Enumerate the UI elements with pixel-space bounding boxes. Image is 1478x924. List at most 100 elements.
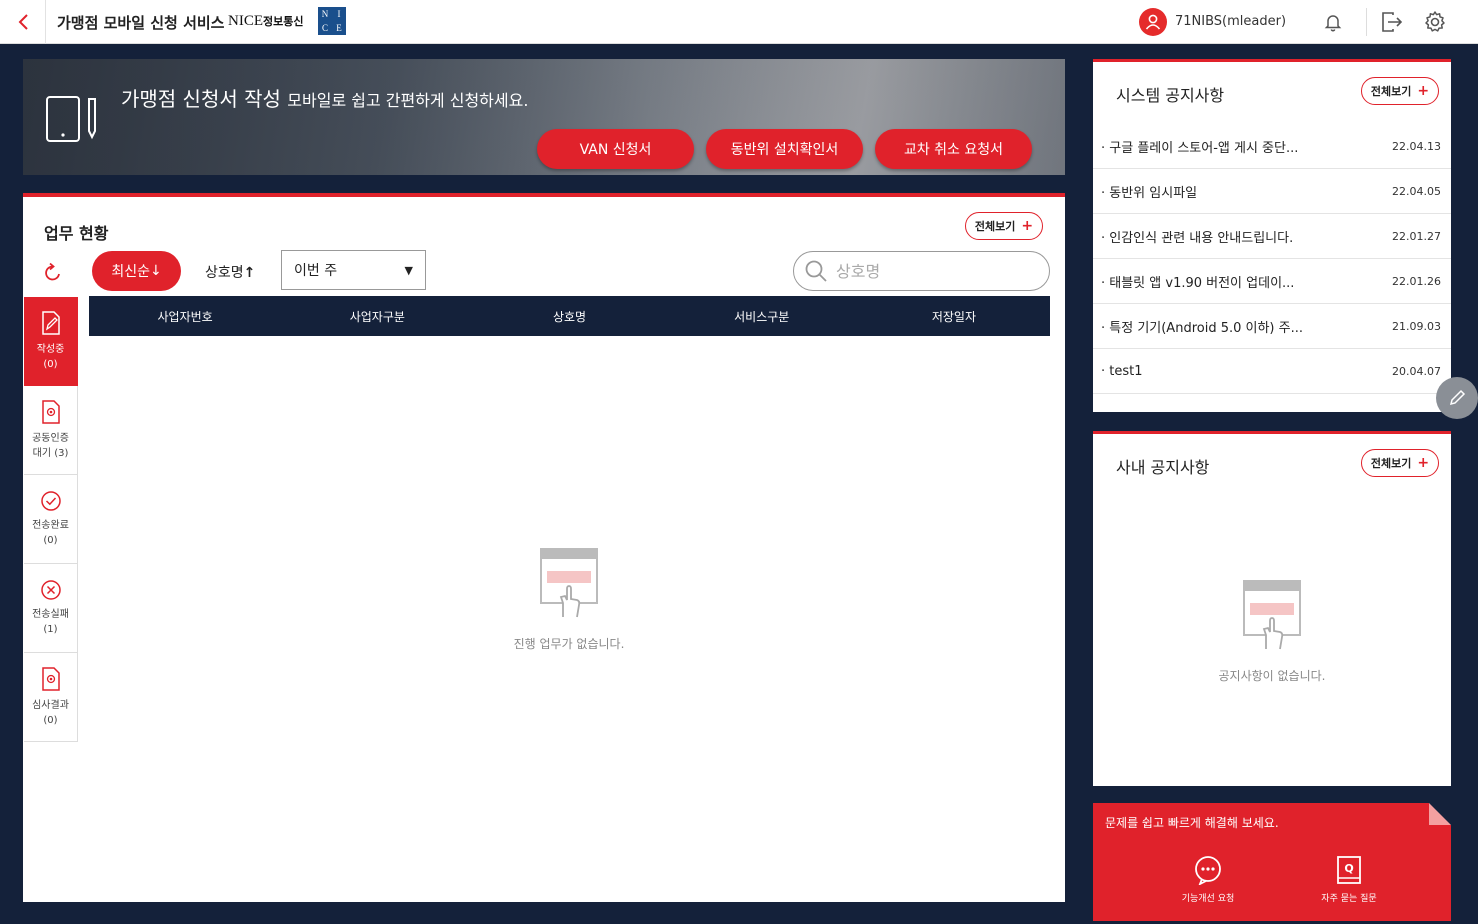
tab-count: (0) <box>43 359 58 370</box>
tab-label: 작성중 <box>36 344 65 355</box>
column-header[interactable]: 저장일자 <box>858 308 1050 325</box>
notice-date: 20.04.07 <box>1392 364 1441 378</box>
tab-writing[interactable]: 작성중 (0) <box>24 297 78 386</box>
empty-message: 진행 업무가 없습니다. <box>513 637 625 651</box>
notice-item[interactable]: · 태블릿 앱 v1.90 버전이 업데이... 22.01.26 <box>1093 259 1451 304</box>
notice-item[interactable]: · 동반위 임시파일 22.04.05 <box>1093 169 1451 214</box>
brand-logo-letter: E <box>336 23 342 33</box>
van-application-button[interactable]: VAN 신청서 <box>537 129 694 169</box>
header-divider <box>1366 8 1367 36</box>
check-circle-icon <box>40 491 61 511</box>
help-panel: 문제를 쉽고 빠르게 해결해 보세요. 기능개선 요청 Q 자주 묻는 질문 <box>1093 803 1451 921</box>
feature-request-button[interactable]: 기능개선 요청 <box>1148 855 1268 904</box>
system-notice-panel: 시스템 공지사항 전체보기 + · 구글 플레이 스토어-앱 게시 중단... 22… <box>1093 59 1451 412</box>
column-header[interactable]: 서비스구분 <box>666 308 858 325</box>
search-box[interactable] <box>793 251 1050 291</box>
tab-label: 전송완료 <box>32 520 69 531</box>
notice-item[interactable]: · 인감인식 관련 내용 안내드립니다. 22.01.27 <box>1093 214 1451 259</box>
faq-button[interactable]: Q 자주 묻는 질문 <box>1289 855 1409 904</box>
brand-logo-letter: C <box>321 23 328 33</box>
tab-sent[interactable]: 전송완료 (0) <box>24 475 78 564</box>
notice-date: 22.04.13 <box>1392 139 1441 153</box>
internal-notice-panel: 사내 공지사항 전체보기 + 공지사항이 없습니다. <box>1093 431 1451 786</box>
tab-label: 심사결과 <box>32 700 69 711</box>
table-header: 사업자번호 사업자구분 상호명 서비스구분 저장일자 <box>89 296 1050 336</box>
page-fold <box>1429 803 1451 825</box>
application-banner: 가맹점 신청서 작성 모바일로 쉽고 간편하게 신청하세요. VAN 신청서 동… <box>23 59 1065 175</box>
tab-count: (1) <box>43 624 58 635</box>
internal-notice-title: 사내 공지사항 <box>1116 458 1210 477</box>
chat-bubble-icon <box>1195 856 1221 885</box>
notice-date: 22.04.05 <box>1392 184 1441 198</box>
sort-latest-button[interactable]: 최신순 ↓ <box>92 251 181 291</box>
installation-confirmation-button[interactable]: 동반위 설치확인서 <box>706 129 863 169</box>
notice-item[interactable]: · 구글 플레이 스토어-앱 게시 중단... 22.04.13 <box>1093 124 1451 169</box>
notice-item[interactable]: · 특정 기기(Android 5.0 이하) 주... 21.09.03 <box>1093 304 1451 349</box>
plus-icon: + <box>1021 218 1034 234</box>
edit-document-icon <box>41 311 60 335</box>
settings-button[interactable] <box>1421 8 1449 36</box>
notice-text: · 동반위 임시파일 <box>1101 185 1198 201</box>
brand-logo-letter: N <box>321 9 329 19</box>
tab-review-result[interactable]: 심사결과 (0) <box>24 653 78 742</box>
pencil-icon <box>1449 389 1466 406</box>
tab-cert-waiting[interactable]: 공동인증 대기 (3) <box>24 386 78 475</box>
tab-count: (0) <box>43 715 58 726</box>
system-notice-title: 시스템 공지사항 <box>1116 86 1225 105</box>
brand-logo: N I C E <box>318 7 346 35</box>
tab-label-line2: 대기 (3) <box>32 448 69 459</box>
column-header[interactable]: 사업자구분 <box>281 308 473 325</box>
tab-label: 공동인증 <box>32 433 69 444</box>
period-value: 이번 주 <box>294 263 338 279</box>
banner-title-text: 가맹점 신청서 작성 <box>121 87 281 111</box>
internal-notice-view-all-button[interactable]: 전체보기 + <box>1361 449 1439 477</box>
caret-down-icon: ▼ <box>404 263 413 277</box>
notification-button[interactable] <box>1319 8 1347 36</box>
view-all-label: 전체보기 <box>1370 457 1412 470</box>
brand-sub: 정보통신 <box>263 15 304 28</box>
notice-text: · 인감인식 관련 내용 안내드립니다. <box>1101 230 1294 246</box>
tab-count: (0) <box>43 535 58 546</box>
top-bar: 가맹점 모바일 신청 서비스 NICE정보통신 N I C E 71NIBS(m… <box>0 0 1478 44</box>
system-notice-view-all-button[interactable]: 전체보기 + <box>1361 77 1439 105</box>
notice-item[interactable]: · test1 20.04.07 <box>1093 349 1451 394</box>
work-status-title: 업무 현황 <box>44 224 109 243</box>
notice-text: · 태블릿 앱 v1.90 버전이 업데이... <box>1101 275 1295 291</box>
user-avatar[interactable] <box>1139 8 1167 36</box>
empty-list-icon <box>1243 580 1301 650</box>
notice-empty-state: 공지사항이 없습니다. <box>1172 579 1372 684</box>
cross-cancel-request-button[interactable]: 교차 취소 요청서 <box>875 129 1032 169</box>
logout-icon <box>1382 12 1403 32</box>
notice-date: 21.09.03 <box>1392 319 1441 333</box>
search-input[interactable] <box>836 261 1026 281</box>
notice-text: · 특정 기기(Android 5.0 이하) 주... <box>1101 320 1303 336</box>
notice-date: 22.01.27 <box>1392 229 1441 243</box>
period-select[interactable]: 이번 주 ▼ <box>281 250 426 290</box>
svg-text:Q: Q <box>1344 862 1353 875</box>
faq-book-icon: Q <box>1337 856 1361 884</box>
banner-subtitle: 모바일로 쉽고 간편하게 신청하세요. <box>287 91 529 110</box>
bell-icon <box>1324 15 1342 32</box>
plus-icon: + <box>1417 455 1430 471</box>
tab-failed[interactable]: 전송실패 (1) <box>24 564 78 653</box>
notice-text: · test1 <box>1101 363 1143 379</box>
review-document-icon <box>41 667 60 691</box>
faq-label: 자주 묻는 질문 <box>1321 894 1377 904</box>
column-header[interactable]: 사업자번호 <box>89 308 281 325</box>
plus-icon: + <box>1417 83 1430 99</box>
view-all-label: 전체보기 <box>974 220 1016 233</box>
column-header[interactable]: 상호명 <box>473 308 665 325</box>
app-title: 가맹점 모바일 신청 서비스 <box>57 14 225 32</box>
edit-floating-button[interactable] <box>1436 377 1478 419</box>
logout-button[interactable] <box>1378 8 1406 36</box>
back-button[interactable] <box>0 0 46 44</box>
work-view-all-button[interactable]: 전체보기 + <box>965 212 1043 240</box>
notice-date: 22.01.26 <box>1392 274 1441 288</box>
sort-name-button[interactable]: 상호명↑ <box>205 262 255 282</box>
refresh-icon[interactable] <box>41 261 65 285</box>
arrow-up-icon: ↑ <box>243 265 256 281</box>
user-name[interactable]: 71NIBS(mleader) <box>1175 14 1286 29</box>
status-tabs: 작성중 (0) 공동인증 대기 (3) 전송완료 (0) 전송실패 (1) 심사… <box>24 297 78 742</box>
tab-label: 전송실패 <box>32 609 69 620</box>
gear-icon <box>1425 11 1445 32</box>
